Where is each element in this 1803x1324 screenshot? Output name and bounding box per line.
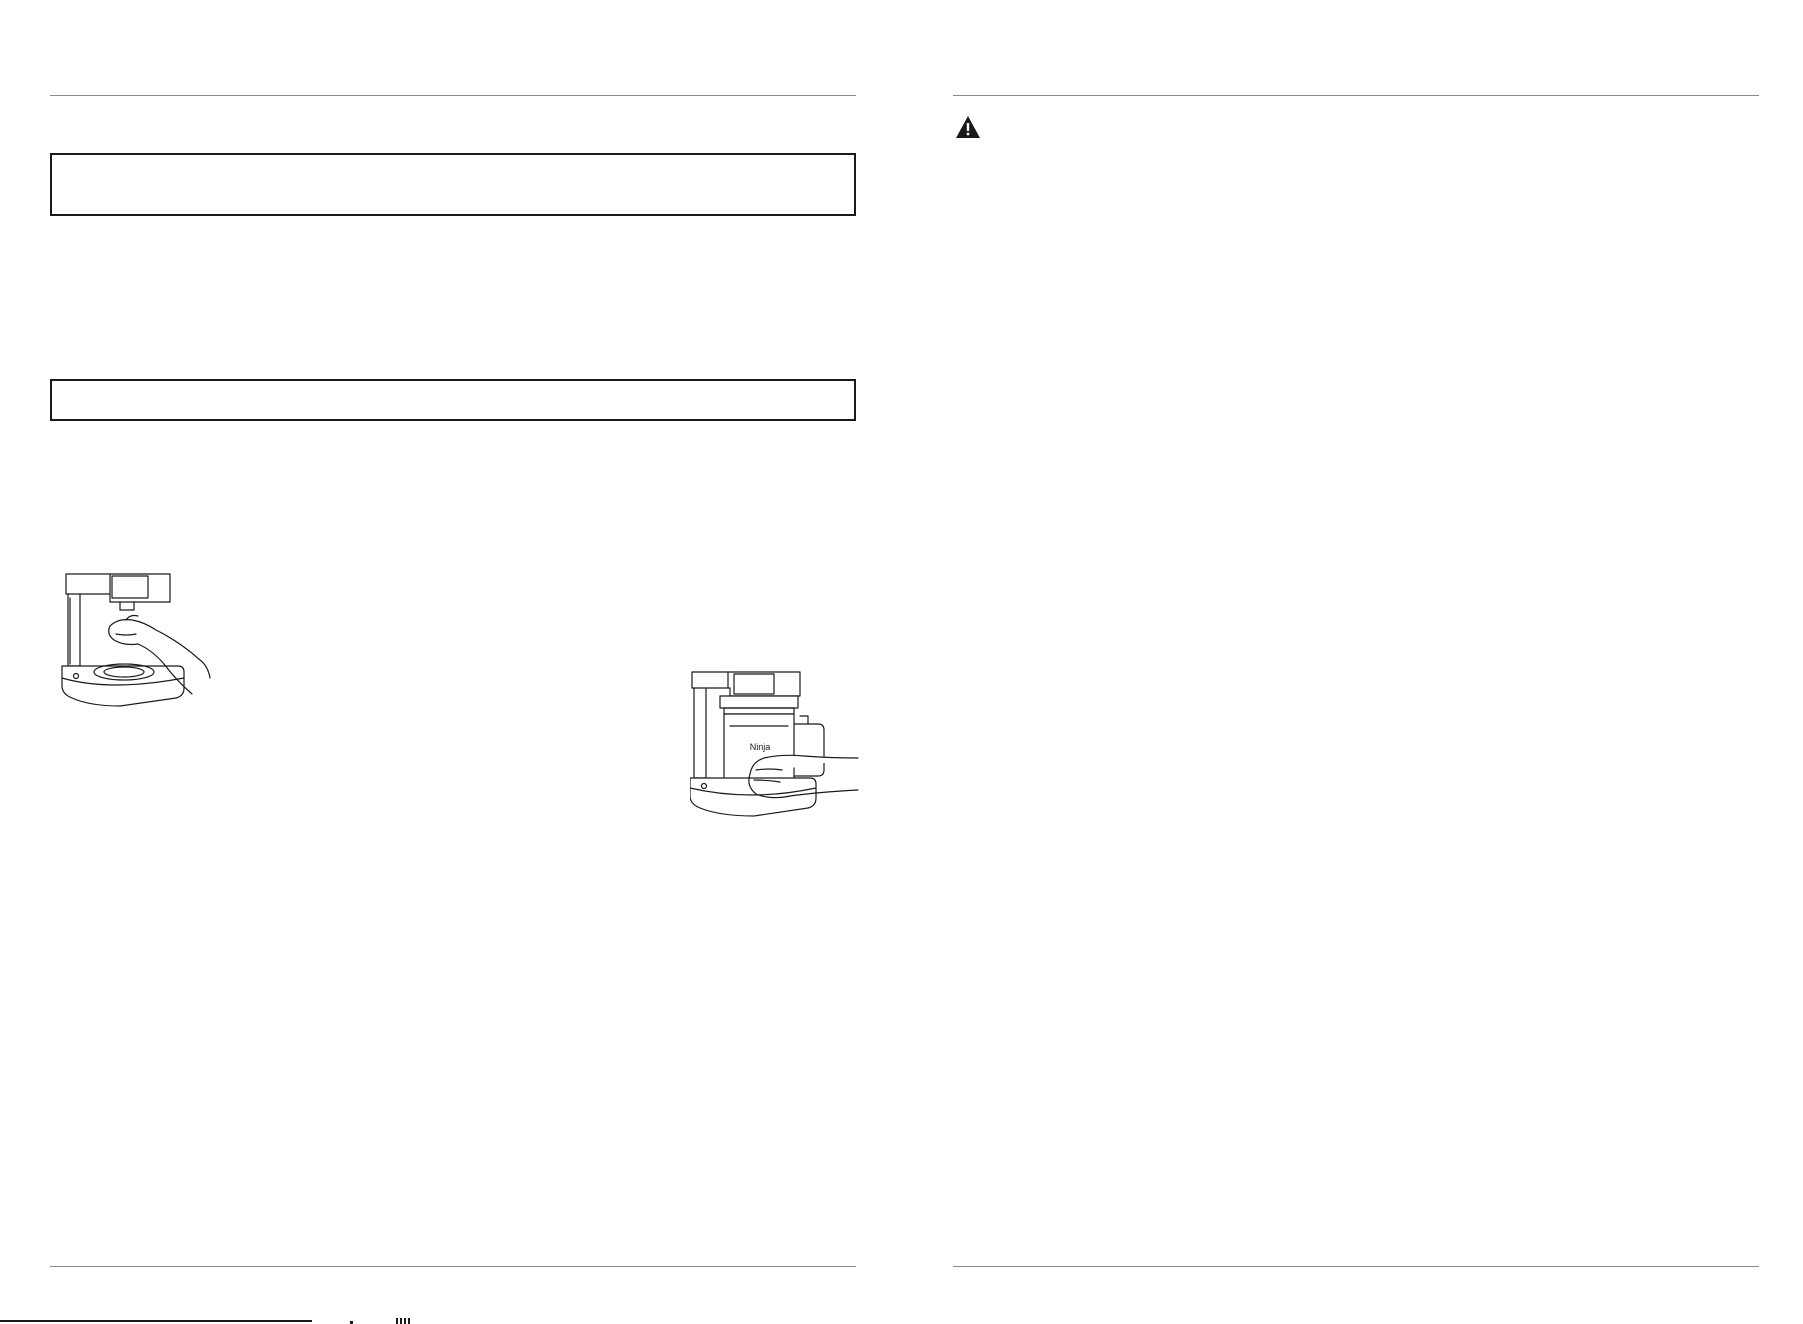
bottom-rule [50,1266,856,1267]
warning-icon [956,116,980,138]
right-page [900,0,1803,1324]
top-rule [953,95,1759,96]
top-rule [50,95,856,96]
boxed-panel-large [50,153,856,216]
brand-mark-text: Ninja [750,742,771,752]
boxed-panel-small [50,379,856,421]
left-page: Ninja [0,0,900,1324]
footer-print-marks [350,1318,410,1324]
hand-pressing-button-illustration [61,573,211,707]
bottom-rule [953,1266,1759,1267]
hand-placing-pitcher-illustration: Ninja [690,671,859,817]
footer-rule [0,1320,312,1322]
